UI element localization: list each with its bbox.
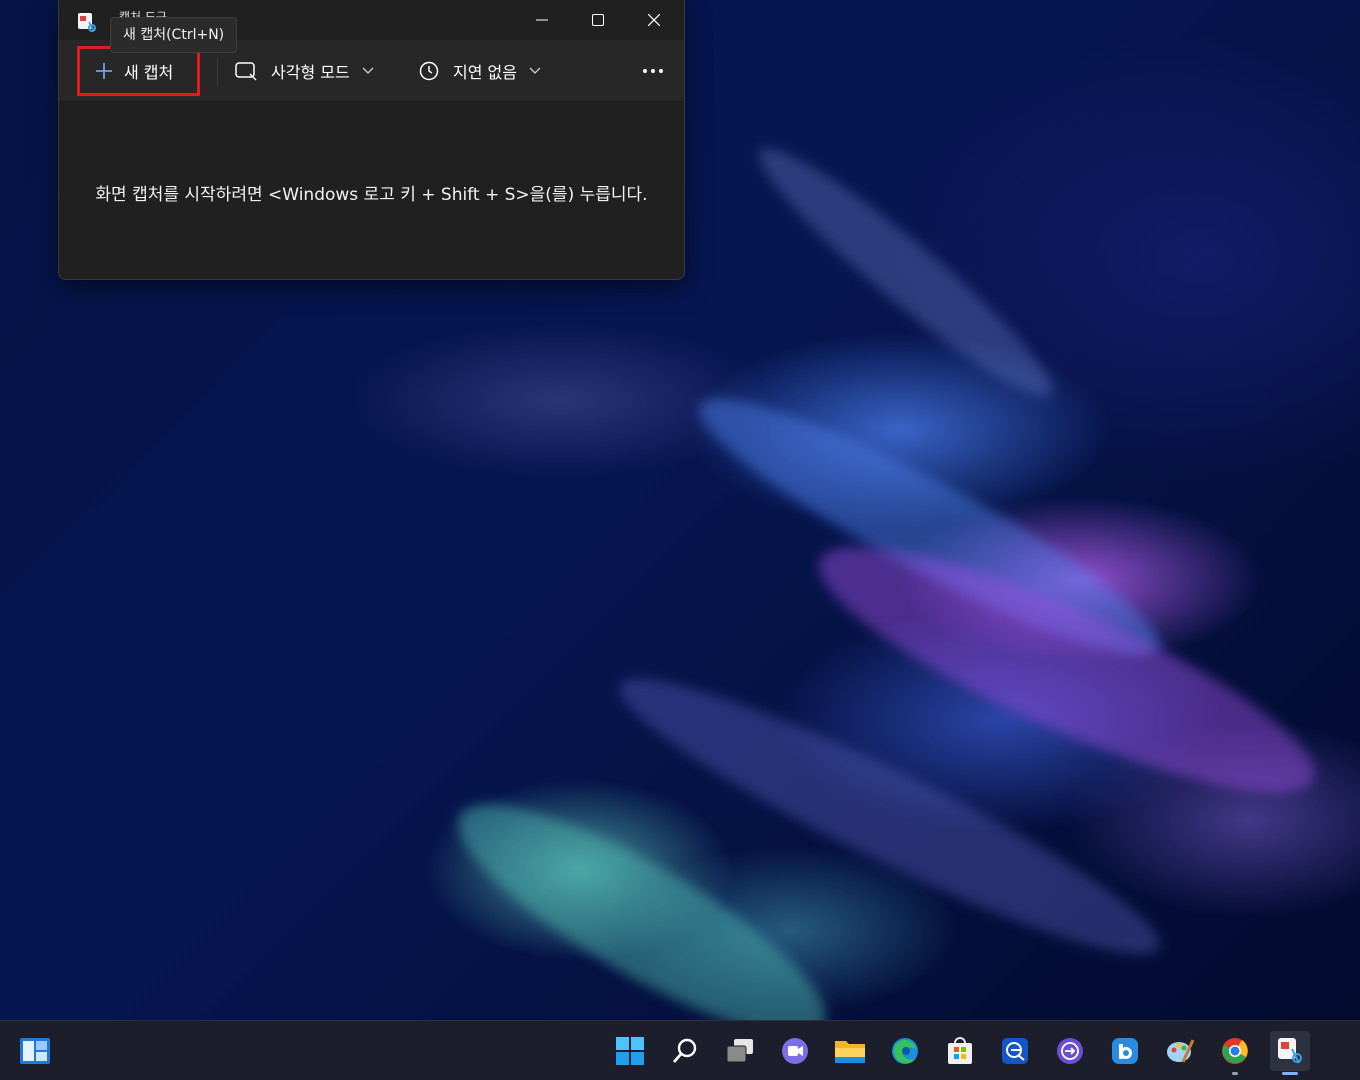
bing-icon[interactable]	[1105, 1031, 1145, 1071]
taskbar	[0, 1020, 1360, 1080]
start-icon[interactable]	[610, 1031, 650, 1071]
minimize-button[interactable]	[514, 0, 570, 40]
close-icon	[648, 14, 660, 26]
chevron-down-icon	[362, 67, 374, 74]
chrome-running-indicator	[1232, 1072, 1238, 1075]
more-icon	[643, 69, 663, 73]
paint-icon[interactable]	[1160, 1031, 1200, 1071]
new-capture-tooltip: 새 캡처(Ctrl+N)	[110, 17, 238, 53]
new-capture-button[interactable]: 새 캡처	[77, 46, 200, 96]
close-button[interactable]	[626, 0, 682, 40]
capture-area: 화면 캡처를 시작하려면 <Windows 로고 키 + Shift + S>을…	[59, 102, 684, 279]
clock-icon	[419, 61, 439, 81]
delay-label: 지연 없음	[453, 63, 517, 82]
snipping-tool-active-indicator	[1282, 1072, 1298, 1075]
snipping-tool-icon[interactable]	[1270, 1031, 1310, 1071]
snipping-tool-app-icon	[77, 12, 97, 32]
delay-dropdown[interactable]: 지연 없음	[419, 54, 541, 88]
quick-assist-icon[interactable]	[1050, 1031, 1090, 1071]
edge-icon[interactable]	[885, 1031, 925, 1071]
new-capture-label: 새 캡처	[124, 63, 174, 82]
app-icon[interactable]	[995, 1031, 1035, 1071]
chrome-icon[interactable]	[1215, 1031, 1255, 1071]
toolbar-divider	[217, 58, 218, 86]
maximize-icon	[592, 14, 604, 26]
rectangle-mode-icon	[235, 62, 257, 81]
capture-mode-label: 사각형 모드	[271, 63, 350, 82]
file-explorer-icon[interactable]	[830, 1031, 870, 1071]
more-options-button[interactable]	[639, 54, 667, 88]
store-icon[interactable]	[940, 1031, 980, 1071]
minimize-icon	[536, 19, 548, 21]
task-view-icon[interactable]	[720, 1031, 760, 1071]
search-icon[interactable]	[665, 1031, 705, 1071]
maximize-button[interactable]	[570, 0, 626, 40]
chat-icon[interactable]	[775, 1031, 815, 1071]
capture-mode-dropdown[interactable]: 사각형 모드	[235, 54, 374, 88]
plus-icon	[96, 63, 112, 79]
capture-hint-text: 화면 캡처를 시작하려면 <Windows 로고 키 + Shift + S>을…	[95, 185, 648, 205]
wallpaper-streak	[740, 127, 1071, 418]
chevron-down-icon	[529, 67, 541, 74]
widgets-icon[interactable]	[18, 1035, 52, 1067]
